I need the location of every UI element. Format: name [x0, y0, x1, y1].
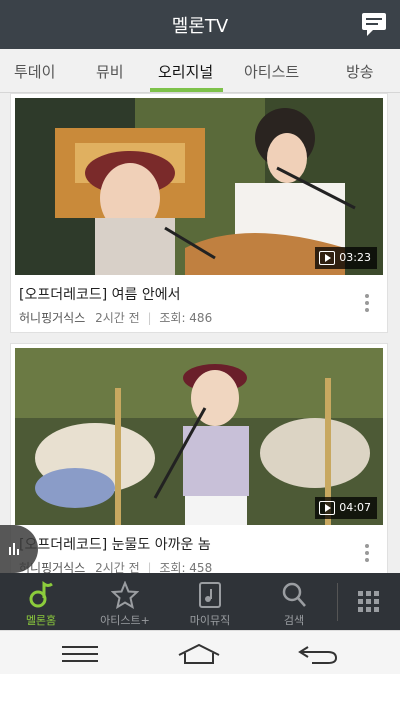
- chat-bubble-icon[interactable]: [360, 10, 388, 38]
- equalizer-icon: [9, 543, 19, 555]
- video-thumbnail[interactable]: 04:07: [15, 348, 383, 525]
- star-icon: [111, 581, 139, 609]
- tab-today[interactable]: 투데이: [14, 61, 55, 82]
- video-meta: 허니핑거식스 2시간 전 | 조회: 458: [19, 559, 212, 573]
- view-count: 조회: 458: [159, 561, 213, 573]
- nav-label: 검색: [283, 614, 305, 627]
- more-options-icon[interactable]: [365, 294, 369, 312]
- app-header: 멜론TV: [0, 0, 400, 49]
- nav-label: 멜론홈: [25, 614, 57, 627]
- meta-separator: |: [147, 311, 152, 325]
- more-options-icon[interactable]: [365, 544, 369, 562]
- nav-my-music[interactable]: 마이뮤직: [168, 573, 252, 630]
- duration-text: 04:07: [339, 501, 371, 514]
- home-icon[interactable]: [177, 643, 221, 665]
- video-title[interactable]: [오프더레코드] 여름 안에서: [19, 284, 181, 304]
- video-meta: 허니핑거식스 2시간 전 | 조회: 486: [19, 309, 212, 326]
- video-thumbnail[interactable]: 03:23: [15, 98, 383, 275]
- blank-area: [0, 674, 400, 711]
- tab-music-video[interactable]: 뮤비: [96, 61, 124, 82]
- active-tab-indicator: [150, 88, 223, 92]
- view-count: 조회: 486: [159, 311, 213, 325]
- nav-melon-home[interactable]: 멜론홈: [0, 573, 82, 630]
- back-icon[interactable]: [298, 643, 338, 665]
- tab-original[interactable]: 오리지널: [158, 61, 213, 82]
- time-ago: 2시간 전: [95, 311, 140, 325]
- video-feed[interactable]: 03:23 [오프더레코드] 여름 안에서 허니핑거식스 2시간 전 | 조회:…: [0, 93, 400, 573]
- play-icon: [319, 251, 336, 265]
- grid-menu-icon: [358, 591, 379, 612]
- bottom-navigation: 멜론홈 아티스트+ 마이뮤직 검색: [0, 573, 400, 630]
- app-title: 멜론TV: [171, 16, 229, 37]
- nav-search[interactable]: 검색: [252, 573, 336, 630]
- melon-note-icon: [29, 581, 53, 608]
- video-card[interactable]: 04:07 [오프더레코드] 눈물도 아까운 놈 허니핑거식스 2시간 전 | …: [10, 343, 388, 573]
- video-card[interactable]: 03:23 [오프더레코드] 여름 안에서 허니핑거식스 2시간 전 | 조회:…: [10, 93, 388, 333]
- music-file-icon: [199, 582, 221, 608]
- menu-icon[interactable]: [62, 646, 98, 662]
- system-navigation-bar: [0, 630, 400, 674]
- nav-label: 마이뮤직: [189, 614, 231, 627]
- time-ago: 2시간 전: [95, 561, 140, 573]
- duration-badge: 03:23: [315, 247, 377, 269]
- search-icon: [282, 582, 306, 607]
- nav-label: 아티스트+: [100, 614, 150, 627]
- nav-more-menu[interactable]: [338, 573, 400, 630]
- duration-text: 03:23: [339, 251, 371, 264]
- meta-separator: |: [147, 561, 152, 573]
- tab-broadcast[interactable]: 방송: [346, 61, 374, 82]
- duration-badge: 04:07: [315, 497, 377, 519]
- nav-artist-plus[interactable]: 아티스트+: [82, 573, 168, 630]
- channel-name[interactable]: 허니핑거식스: [19, 311, 85, 325]
- video-title[interactable]: [오프더레코드] 눈물도 아까운 놈: [19, 534, 211, 554]
- play-icon: [319, 501, 336, 515]
- category-tabs: 투데이 뮤비 오리지널 아티스트 방송: [0, 49, 400, 93]
- mini-player-tab[interactable]: [0, 525, 38, 573]
- tab-artist[interactable]: 아티스트: [244, 61, 299, 82]
